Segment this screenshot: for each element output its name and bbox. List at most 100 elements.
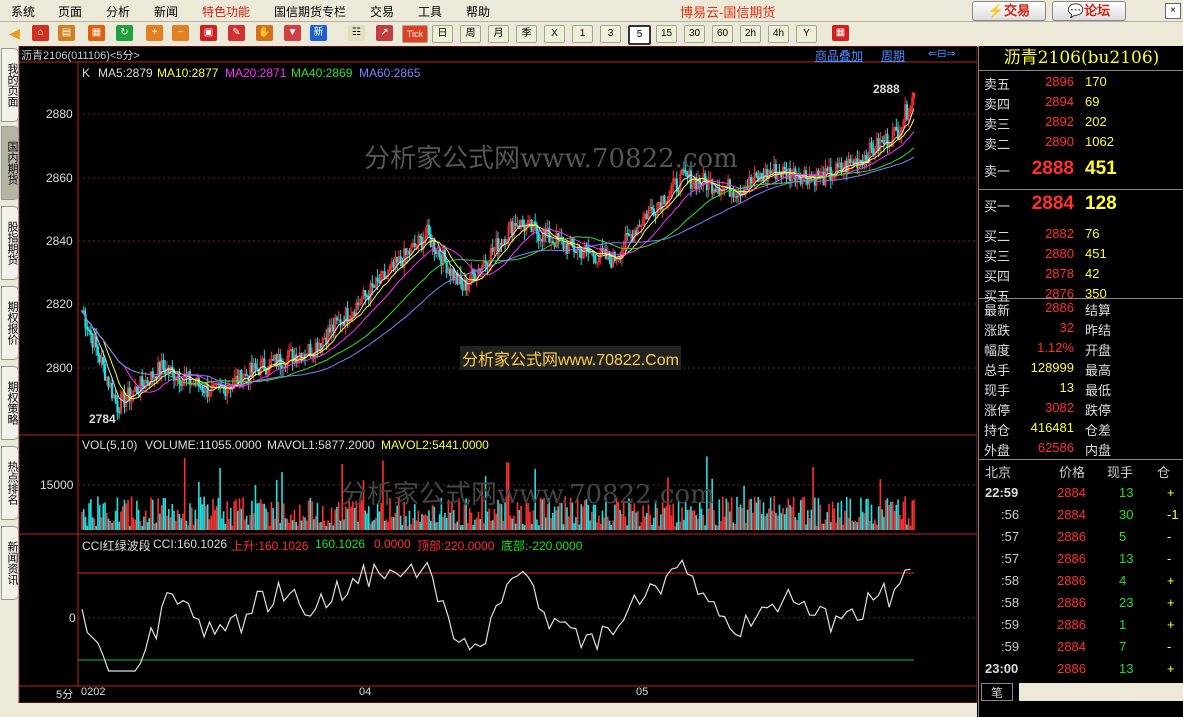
volume-bar xyxy=(867,498,869,530)
candle-body xyxy=(378,280,381,284)
candle-body xyxy=(882,140,886,145)
menu-tools[interactable]: 工具 xyxy=(418,3,442,20)
candle-body xyxy=(449,268,452,276)
zoom-in-icon[interactable]: + xyxy=(146,25,163,41)
bid-row[interactable]: 买三 2880 451 xyxy=(979,246,1183,266)
sidebar-tab-domestic-futures[interactable]: 国内期货 xyxy=(1,126,19,200)
tick-button[interactable]: Tick xyxy=(402,25,428,43)
period-5-active[interactable]: 5 xyxy=(628,25,651,45)
period-x[interactable]: X xyxy=(544,25,565,43)
volume-bar xyxy=(196,518,198,530)
period-60[interactable]: 60 xyxy=(712,25,733,43)
volume-bar xyxy=(187,525,190,530)
volume-bar xyxy=(236,510,239,530)
period-week[interactable]: 周 xyxy=(460,25,481,43)
bid-row[interactable]: 买二 2882 76 xyxy=(979,226,1183,246)
period-1[interactable]: 1 xyxy=(572,25,593,43)
ask-row[interactable]: 卖三 2892 202 xyxy=(979,114,1183,134)
candle-body xyxy=(103,364,107,381)
table-icon[interactable]: ☷ xyxy=(348,25,365,41)
close-icon[interactable]: × xyxy=(1165,3,1181,19)
period-year[interactable]: Y xyxy=(796,25,817,43)
volume-bar xyxy=(720,521,722,530)
menu-analysis[interactable]: 分析 xyxy=(106,3,130,20)
tick-time: :57 xyxy=(1001,529,1020,544)
nav-arrows-icon[interactable]: ⇐⊟⇒ xyxy=(928,47,956,60)
tick-row[interactable]: :57 2886 5 - xyxy=(979,526,1183,548)
menu-guoxin-column[interactable]: 国信期货专栏 xyxy=(274,3,346,20)
ask-price: 2890 xyxy=(1045,134,1074,149)
candle-body xyxy=(107,376,110,388)
volume-bar xyxy=(175,520,177,530)
ask-row[interactable]: 卖二 2890 1062 xyxy=(979,134,1183,154)
hand-icon[interactable]: ✋ xyxy=(256,25,273,41)
period-30[interactable]: 30 xyxy=(684,25,705,43)
menu-page[interactable]: 页面 xyxy=(58,3,82,20)
filter-icon[interactable]: ▼ xyxy=(284,25,301,41)
settings-icon[interactable]: ▦ xyxy=(832,25,849,41)
tick-row[interactable]: 22:59 2884 13 + xyxy=(979,482,1183,504)
bid-row[interactable]: 买四 2878 42 xyxy=(979,266,1183,286)
ask-row[interactable]: 卖四 2894 69 xyxy=(979,94,1183,114)
tab-ticks[interactable]: 笔 xyxy=(981,683,1013,701)
draw-icon[interactable]: ✎ xyxy=(228,25,245,41)
candle-body xyxy=(365,295,369,298)
forum-button[interactable]: 💬论坛 xyxy=(1052,1,1126,21)
volume-bar xyxy=(461,524,464,530)
sidebar-tab-my-page[interactable]: 我的页面 xyxy=(1,48,19,122)
linechart-icon[interactable]: ↗ xyxy=(376,25,393,41)
tick-row[interactable]: :58 2886 4 + xyxy=(979,570,1183,592)
menu-system[interactable]: 系统 xyxy=(11,3,35,20)
period-month[interactable]: 月 xyxy=(488,25,509,43)
ask-row[interactable]: 卖五 2896 170 xyxy=(979,74,1183,94)
period-3[interactable]: 3 xyxy=(600,25,621,43)
candle-body xyxy=(180,383,183,386)
folder-icon[interactable]: ▤ xyxy=(58,25,75,41)
period-2h[interactable]: 2h xyxy=(740,25,761,43)
period-4h[interactable]: 4h xyxy=(768,25,789,43)
tick-time: :57 xyxy=(1001,551,1020,566)
sidebar-tab-options-quote[interactable]: 期权报价 xyxy=(1,286,19,360)
tick-row[interactable]: 23:00 2886 13 + xyxy=(979,658,1183,680)
cycle-link[interactable]: 周期 xyxy=(881,47,905,64)
tick-row[interactable]: :58 2886 23 + xyxy=(979,592,1183,614)
trade-button[interactable]: ⚡交易 xyxy=(972,1,1046,21)
sidebar-tab-index-futures[interactable]: 股指期货 xyxy=(1,206,19,280)
period-day[interactable]: 日 xyxy=(432,25,453,43)
window-icon[interactable]: ▣ xyxy=(200,25,217,41)
sidebar-tab-news[interactable]: 新闻资讯 xyxy=(1,526,19,600)
ask-row[interactable]: 卖一 2888 451 xyxy=(979,158,1183,181)
volume-bar xyxy=(591,511,593,530)
menu-news[interactable]: 新闻 xyxy=(154,3,178,20)
sidebar-tab-options-strategy[interactable]: 期权策略 xyxy=(1,366,19,440)
sidebar-tab-hot-ranking[interactable]: 热点排名 xyxy=(1,446,19,520)
chart-area[interactable]: 沥青2106(011106)<5分> 商品叠加 周期 ⇐⊟⇒ K MA5:287… xyxy=(19,46,977,703)
volume-bar xyxy=(288,522,290,530)
back-icon[interactable]: ◀ xyxy=(6,25,23,41)
chart-icon[interactable]: ▦ xyxy=(88,25,105,41)
new-icon[interactable]: 新 xyxy=(310,25,327,41)
refresh-icon[interactable]: ↻ xyxy=(116,25,133,41)
volume-bar xyxy=(736,496,738,530)
home-icon[interactable]: ⌂ xyxy=(32,25,49,41)
volume-bar xyxy=(150,497,152,530)
overlay-link[interactable]: 商品叠加 xyxy=(815,47,863,64)
app-title: 博易云-国信期货 xyxy=(680,5,776,20)
volume-bar xyxy=(658,525,660,530)
candle-body xyxy=(718,188,721,195)
volume-bar xyxy=(192,524,195,530)
bid-row[interactable]: 买一 2884 128 xyxy=(979,193,1183,216)
tick-row[interactable]: :57 2886 13 - xyxy=(979,548,1183,570)
candle-body xyxy=(434,251,438,254)
period-15[interactable]: 15 xyxy=(656,25,677,43)
menu-features[interactable]: 特色功能 xyxy=(202,3,250,20)
menu-trade[interactable]: 交易 xyxy=(370,3,394,20)
tick-row[interactable]: :56 2884 30 -1 xyxy=(979,504,1183,526)
tick-row[interactable]: :59 2886 1 + xyxy=(979,614,1183,636)
volume-bar xyxy=(872,523,875,530)
tick-volume: 4 xyxy=(1119,573,1127,588)
period-quarter[interactable]: 季 xyxy=(516,25,537,43)
zoom-out-icon[interactable]: − xyxy=(172,25,189,41)
tick-row[interactable]: :59 2884 7 - xyxy=(979,636,1183,658)
menu-help[interactable]: 帮助 xyxy=(466,3,490,20)
